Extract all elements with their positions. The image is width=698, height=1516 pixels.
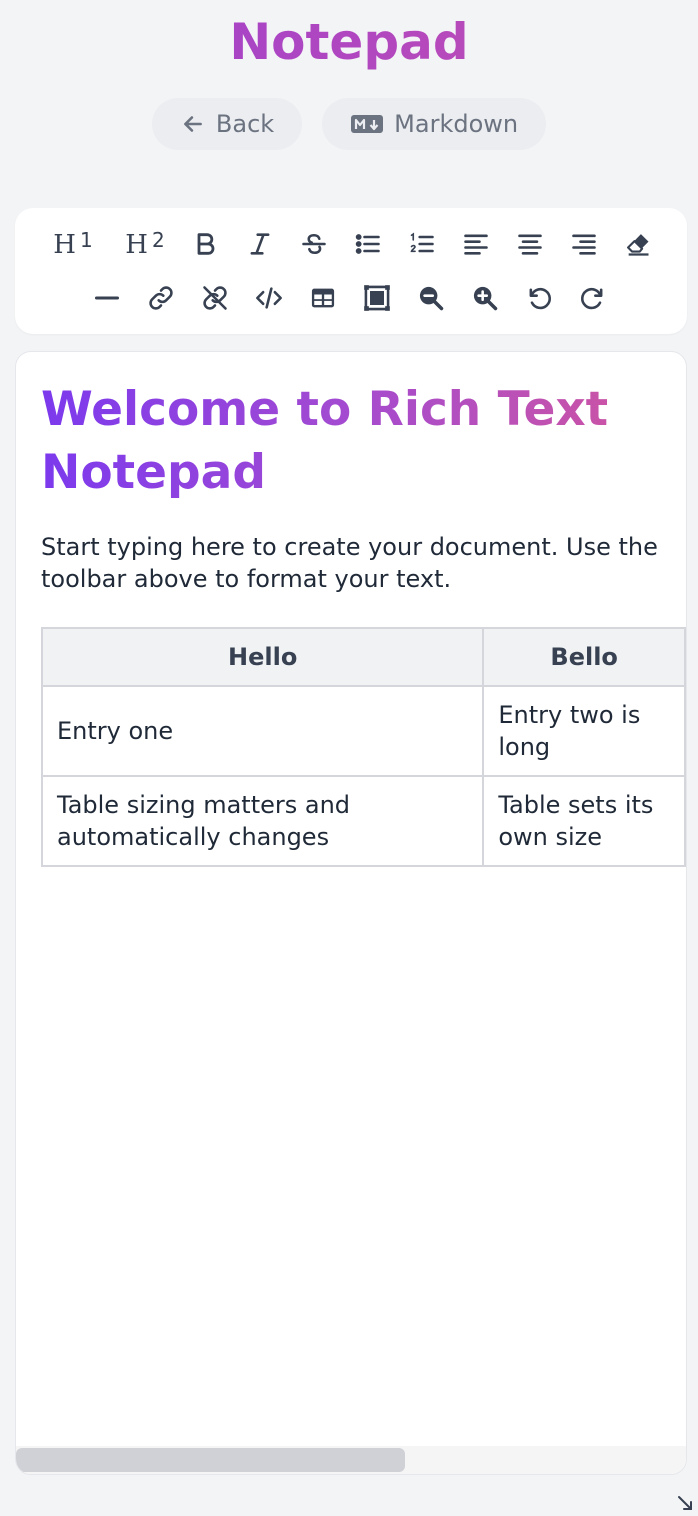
table-row: Table sizing matters and automatically c… — [40, 775, 686, 867]
markdown-button[interactable]: Markdown — [322, 98, 547, 150]
bullet-list-button[interactable] — [348, 224, 388, 264]
link-button[interactable] — [141, 278, 181, 318]
bold-button[interactable] — [186, 224, 226, 264]
top-buttons: Back Markdown — [0, 98, 698, 150]
unlink-icon — [203, 286, 227, 310]
table-icon — [311, 288, 335, 308]
zoom-out-icon — [419, 286, 444, 311]
undo-button[interactable] — [519, 278, 559, 318]
editor-area[interactable]: Welcome to Rich Text Notepad Start typin… — [15, 351, 687, 1475]
zoom-in-icon — [473, 286, 498, 311]
table-header-cell[interactable]: Bello — [482, 627, 686, 687]
document-table[interactable]: Hello Bello Entry one Entry two is long … — [40, 627, 686, 867]
redo-button[interactable] — [573, 278, 613, 318]
zoom-out-button[interactable] — [411, 278, 451, 318]
unlink-button[interactable] — [195, 278, 235, 318]
document-heading[interactable]: Welcome to Rich Text Notepad — [41, 378, 661, 504]
image-icon — [364, 285, 390, 311]
heading-2-button[interactable]: H2 — [119, 224, 171, 264]
align-left-icon — [464, 234, 488, 255]
heading-1-icon: H1 — [53, 228, 93, 260]
align-left-button[interactable] — [456, 224, 496, 264]
resize-handle-icon[interactable] — [676, 1494, 694, 1512]
horizontal-rule-button[interactable] — [87, 278, 127, 318]
align-right-button[interactable] — [564, 224, 604, 264]
scrollbar-thumb[interactable] — [16, 1448, 405, 1472]
table-row: Entry one Entry two is long — [40, 685, 686, 777]
markdown-button-label: Markdown — [394, 110, 519, 138]
align-center-button[interactable] — [510, 224, 550, 264]
table-button[interactable] — [303, 278, 343, 318]
bullet-list-icon — [355, 234, 380, 254]
horizontal-scrollbar[interactable] — [16, 1446, 686, 1474]
ordered-list-icon — [410, 232, 434, 253]
table-header-row: Hello Bello — [40, 627, 686, 687]
clear-format-button[interactable] — [618, 224, 658, 264]
back-button-label: Back — [215, 110, 275, 138]
italic-icon — [250, 233, 270, 255]
code-button[interactable] — [249, 278, 289, 318]
ordered-list-button[interactable] — [402, 224, 442, 264]
align-right-icon — [572, 234, 596, 255]
italic-button[interactable] — [240, 224, 280, 264]
heading-1-button[interactable]: H1 — [47, 224, 99, 264]
formatting-toolbar: H1 H2 — [15, 208, 687, 334]
bold-icon — [197, 233, 215, 255]
undo-icon — [529, 287, 551, 310]
eraser-icon — [627, 234, 649, 256]
align-center-icon — [518, 234, 542, 255]
back-button[interactable]: Back — [151, 98, 303, 150]
table-cell[interactable]: Entry two is long — [482, 685, 686, 777]
horizontal-rule-icon — [94, 296, 120, 300]
app-title: Notepad — [0, 10, 698, 74]
document-paragraph[interactable]: Start typing here to create your documen… — [41, 531, 661, 595]
markdown-icon — [350, 112, 384, 136]
table-cell[interactable]: Table sets its own size — [482, 775, 686, 867]
table-cell[interactable]: Entry one — [40, 685, 485, 777]
heading-2-icon: H2 — [125, 228, 165, 260]
link-icon — [149, 286, 173, 310]
image-button[interactable] — [357, 278, 397, 318]
arrow-left-icon — [180, 111, 206, 137]
table-header-cell[interactable]: Hello — [40, 627, 485, 687]
table-cell[interactable]: Table sizing matters and automatically c… — [40, 775, 485, 867]
strikethrough-icon — [302, 233, 326, 255]
code-icon — [256, 287, 282, 309]
redo-icon — [581, 287, 603, 310]
zoom-in-button[interactable] — [465, 278, 505, 318]
strikethrough-button[interactable] — [294, 224, 334, 264]
